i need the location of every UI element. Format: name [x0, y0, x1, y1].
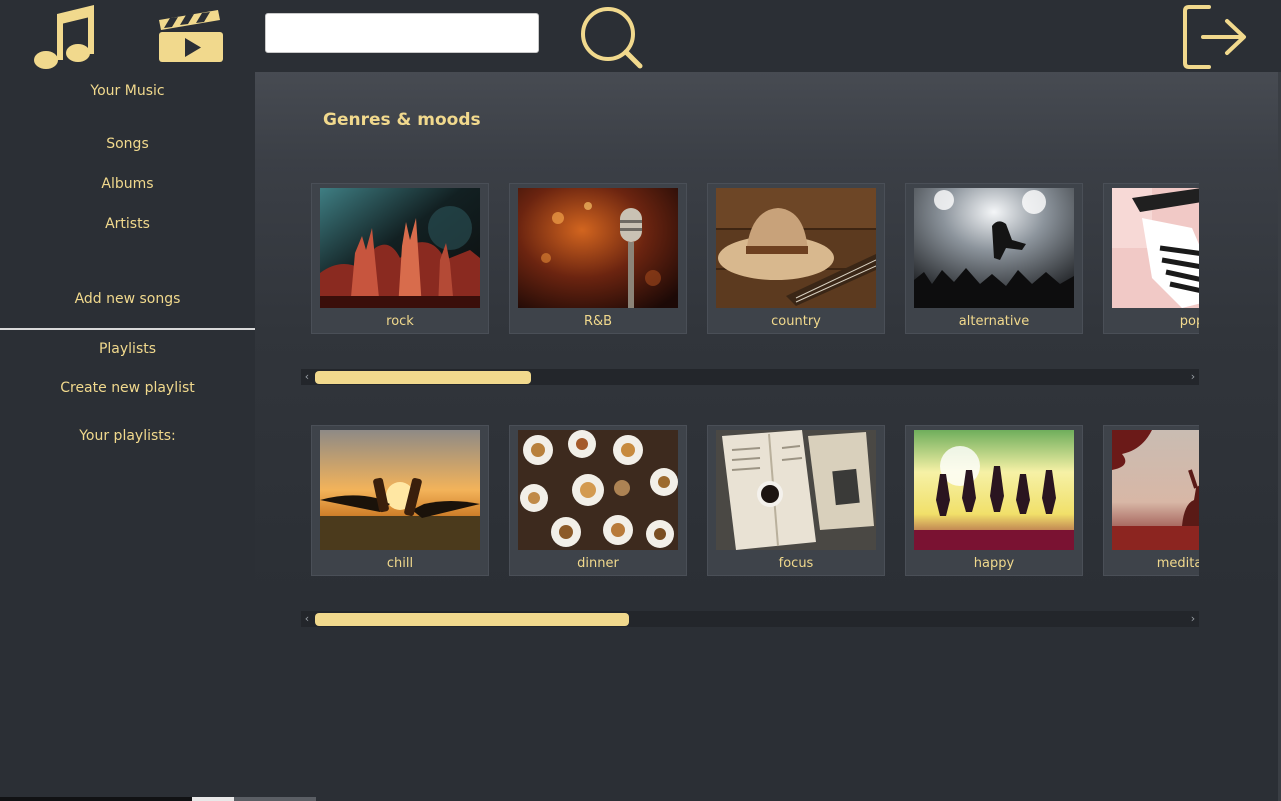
sidebar-divider	[0, 328, 255, 330]
moods-scrollbar-thumb[interactable]	[315, 613, 629, 626]
genres-scrollbar[interactable]: ‹ ›	[301, 369, 1199, 385]
bottom-edge	[0, 797, 320, 801]
moods-scrollbar[interactable]: ‹ ›	[301, 611, 1199, 627]
dinner-table-image	[518, 430, 678, 550]
page-title: Genres & moods	[323, 110, 481, 130]
scroll-left-arrow-icon[interactable]: ‹	[301, 611, 313, 627]
logout-icon[interactable]	[1181, 3, 1251, 73]
microphone-image	[518, 188, 678, 308]
mood-card-focus[interactable]: focus	[707, 425, 885, 576]
meditation-sunset-image	[1112, 430, 1199, 550]
pop-performer-image	[1112, 188, 1199, 308]
card-label: alternative	[958, 314, 1030, 329]
card-label: dinner	[577, 556, 619, 571]
clapperboard-icon[interactable]	[156, 10, 226, 64]
genre-card-pop[interactable]: pop	[1103, 183, 1199, 334]
scroll-right-arrow-icon[interactable]: ›	[1187, 369, 1199, 385]
moods-row: chill dinner focus happy medita	[311, 425, 1199, 579]
card-label: R&B	[583, 314, 613, 329]
rock-concert-image	[320, 188, 480, 308]
music-note-icon[interactable]	[30, 4, 98, 70]
scroll-left-arrow-icon[interactable]: ‹	[301, 369, 313, 385]
search-icon[interactable]	[578, 5, 644, 71]
genre-card-alternative[interactable]: alternative	[905, 183, 1083, 334]
card-label: happy	[973, 556, 1015, 571]
sidebar-your-playlists-heading: Your playlists:	[79, 428, 176, 444]
jumping-friends-image	[914, 430, 1074, 550]
genre-card-rnb[interactable]: R&B	[509, 183, 687, 334]
mood-card-chill[interactable]: chill	[311, 425, 489, 576]
card-label: pop	[1179, 314, 1199, 329]
sidebar-item-add-new-songs[interactable]: Add new songs	[0, 291, 255, 307]
sidebar-item-your-music[interactable]: Your Music	[0, 83, 255, 99]
card-label: chill	[386, 556, 414, 571]
mood-card-happy[interactable]: happy	[905, 425, 1083, 576]
concert-stage-image	[914, 188, 1074, 308]
card-label: focus	[778, 556, 814, 571]
genre-card-country[interactable]: country	[707, 183, 885, 334]
sidebar-item-artists[interactable]: Artists	[0, 216, 255, 232]
sidebar-item-create-new-playlist[interactable]: Create new playlist	[0, 380, 255, 396]
books-coffee-image	[716, 430, 876, 550]
scroll-right-arrow-icon[interactable]: ›	[1187, 611, 1199, 627]
sunset-beer-image	[320, 430, 480, 550]
card-label: rock	[386, 314, 414, 329]
cowboy-hat-guitar-image	[716, 188, 876, 308]
search-input[interactable]	[265, 13, 539, 53]
top-bar	[0, 0, 1281, 72]
genres-scrollbar-thumb[interactable]	[315, 371, 531, 384]
genre-card-rock[interactable]: rock	[311, 183, 489, 334]
card-label: country	[771, 314, 821, 329]
genres-row: rock R&B country alternative po	[311, 183, 1199, 337]
mood-card-dinner[interactable]: dinner	[509, 425, 687, 576]
sidebar-item-songs[interactable]: Songs	[0, 136, 255, 152]
sidebar-item-albums[interactable]: Albums	[0, 176, 255, 192]
sidebar: Your Music Songs Albums Artists Add new …	[0, 72, 255, 801]
main-content: Genres & moods rock R&B country alternat…	[255, 72, 1278, 801]
sidebar-item-playlists[interactable]: Playlists	[0, 341, 255, 357]
mood-card-meditation[interactable]: meditation	[1103, 425, 1199, 576]
card-label: meditation	[1156, 556, 1199, 571]
